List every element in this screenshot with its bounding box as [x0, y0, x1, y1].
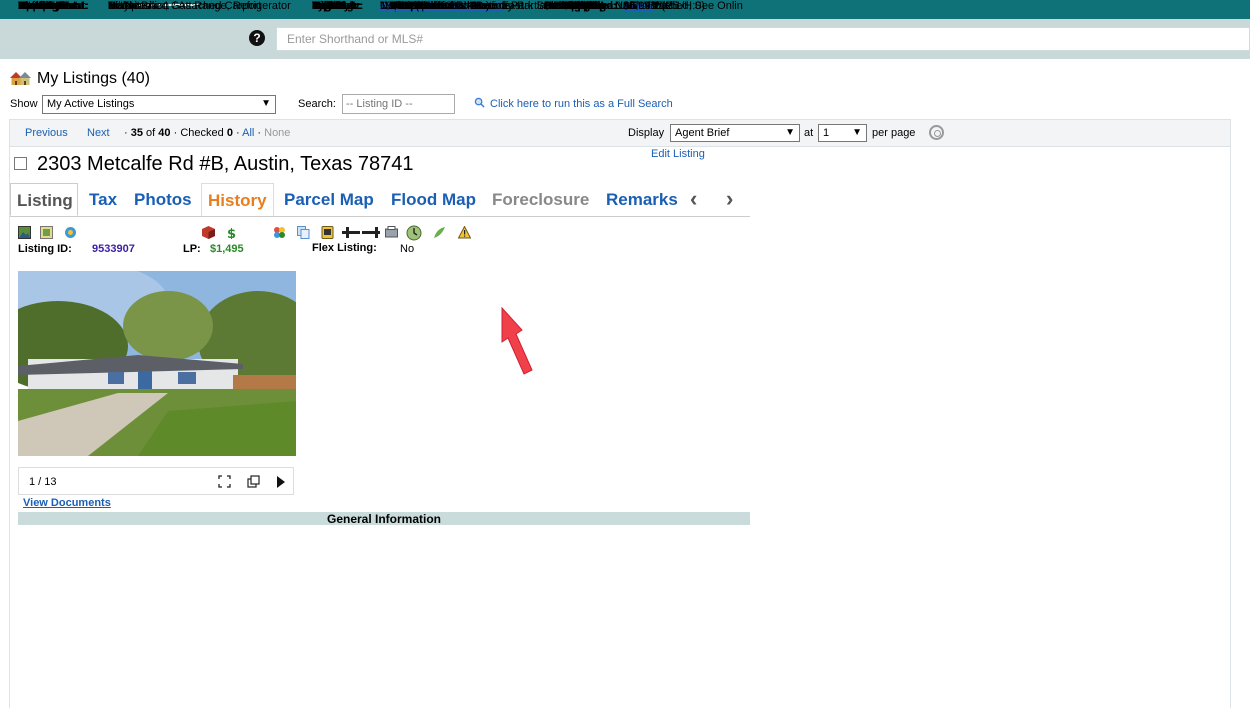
listing-photo[interactable] — [18, 271, 296, 456]
show-select[interactable]: My Active Listings ▼ — [42, 95, 276, 114]
previous-link[interactable]: Previous — [25, 127, 68, 139]
listing-title: 2303 Metcalfe Rd #B, Austin, Texas 78741 — [37, 153, 414, 175]
display-select[interactable]: Agent Brief ▼ — [670, 124, 800, 142]
checked-label: Checked — [180, 127, 224, 139]
of-label: of — [146, 127, 156, 139]
per-page-value: 1 — [823, 127, 830, 139]
display-label: Display — [628, 127, 665, 139]
show-label: Show — [10, 98, 38, 110]
shorthand-search-input[interactable] — [276, 27, 1250, 51]
warning-icon[interactable] — [458, 226, 471, 239]
select-all-link[interactable]: All — [242, 127, 254, 139]
total-value: 40 — [158, 127, 171, 139]
full-search-text: Click here to run this as a Full Search — [490, 98, 673, 110]
fullscreen-icon[interactable] — [218, 475, 231, 488]
document-icon[interactable] — [321, 226, 334, 239]
puzzle-icon[interactable] — [273, 226, 286, 239]
listing-id-input[interactable] — [342, 94, 455, 114]
listing-tabs: Listing Tax Photos History Parcel Map Fl… — [10, 183, 750, 217]
listing-id-value: 9533907 — [92, 243, 135, 255]
general-field-label: Builder Nm: — [544, 0, 607, 12]
photo-icon[interactable] — [18, 226, 31, 239]
tab-tax[interactable]: Tax — [89, 183, 117, 216]
cube-icon[interactable] — [202, 226, 215, 239]
chevron-down-icon: ▼ — [852, 127, 862, 138]
popout-icon[interactable] — [247, 475, 260, 488]
play-icon[interactable] — [276, 476, 286, 488]
tab-remarks[interactable]: Remarks — [606, 183, 680, 216]
zoom-out-icon[interactable] — [362, 226, 380, 239]
at-label: at — [804, 127, 814, 139]
svg-text:$: $ — [227, 227, 236, 239]
general-field-label: WaterFront: — [18, 0, 80, 12]
position-value: 35 — [130, 127, 143, 139]
tab-parcel-map[interactable]: Parcel Map — [284, 183, 374, 216]
gallery-icon[interactable] — [40, 226, 53, 239]
general-information-header: General Information — [18, 512, 750, 526]
listing-checkbox[interactable] — [14, 157, 27, 170]
position-indicator: · 35 of 40 · Checked 0 · All · None — [124, 127, 291, 139]
checked-count: 0 — [226, 127, 233, 139]
view-documents-link[interactable]: View Documents — [23, 497, 111, 509]
tab-flood-map[interactable]: Flood Map — [391, 183, 476, 216]
per-page-label: per page — [872, 127, 916, 139]
show-select-value: My Active Listings — [47, 98, 135, 110]
general-field-label: Patio/Prch: — [390, 0, 449, 12]
tabs-scroll-left-icon[interactable]: ‹ — [690, 186, 697, 212]
lp-value: $1,495 — [210, 243, 244, 255]
photo-controls: 1 / 13 — [18, 467, 294, 495]
lp-label: LP: — [183, 243, 201, 255]
next-link[interactable]: Next — [87, 127, 110, 139]
gear-icon[interactable] — [929, 125, 944, 140]
leaf-icon[interactable] — [433, 226, 446, 239]
chevron-down-icon: ▼ — [261, 98, 271, 109]
full-search-link[interactable]: Click here to run this as a Full Search — [474, 97, 673, 110]
print-icon[interactable] — [385, 226, 398, 239]
general-field-value: 0.16 — [615, 0, 637, 12]
search-icon — [474, 97, 485, 108]
refresh-icon[interactable] — [64, 226, 77, 239]
flex-listing-value: No — [400, 243, 415, 255]
page-title: My Listings (40) — [37, 70, 150, 87]
detail-label: Pool Priv: — [312, 0, 364, 12]
dollar-icon[interactable]: $ — [225, 226, 238, 239]
tab-history[interactable]: History — [201, 183, 274, 216]
general-field-value: None — [471, 0, 498, 12]
flex-listing-label: Flex Listing: — [312, 242, 377, 254]
listing-id-label: Listing ID: — [18, 243, 72, 255]
general-field-value: No/None — [108, 0, 152, 12]
clock-icon[interactable] — [406, 225, 422, 241]
per-page-select[interactable]: 1 ▼ — [818, 124, 867, 142]
search-label: Search: — [298, 98, 336, 110]
chevron-down-icon: ▼ — [785, 127, 795, 138]
tabs-scroll-right-icon[interactable]: › — [726, 186, 733, 212]
edit-listing-link[interactable]: Edit Listing — [651, 148, 705, 160]
red-arrow-annotation — [501, 306, 533, 375]
display-select-value: Agent Brief — [675, 127, 730, 139]
help-icon[interactable]: ? — [249, 30, 265, 46]
select-none-link[interactable]: None — [264, 127, 290, 139]
houses-icon — [10, 72, 31, 85]
tab-listing[interactable]: Listing — [10, 183, 78, 216]
photo-counter: 1 / 13 — [29, 476, 57, 488]
tab-photos[interactable]: Photos — [134, 183, 192, 216]
zoom-in-icon[interactable] — [342, 226, 360, 239]
tab-foreclosure[interactable]: Foreclosure — [492, 183, 589, 216]
copy-icon[interactable] — [297, 226, 310, 239]
